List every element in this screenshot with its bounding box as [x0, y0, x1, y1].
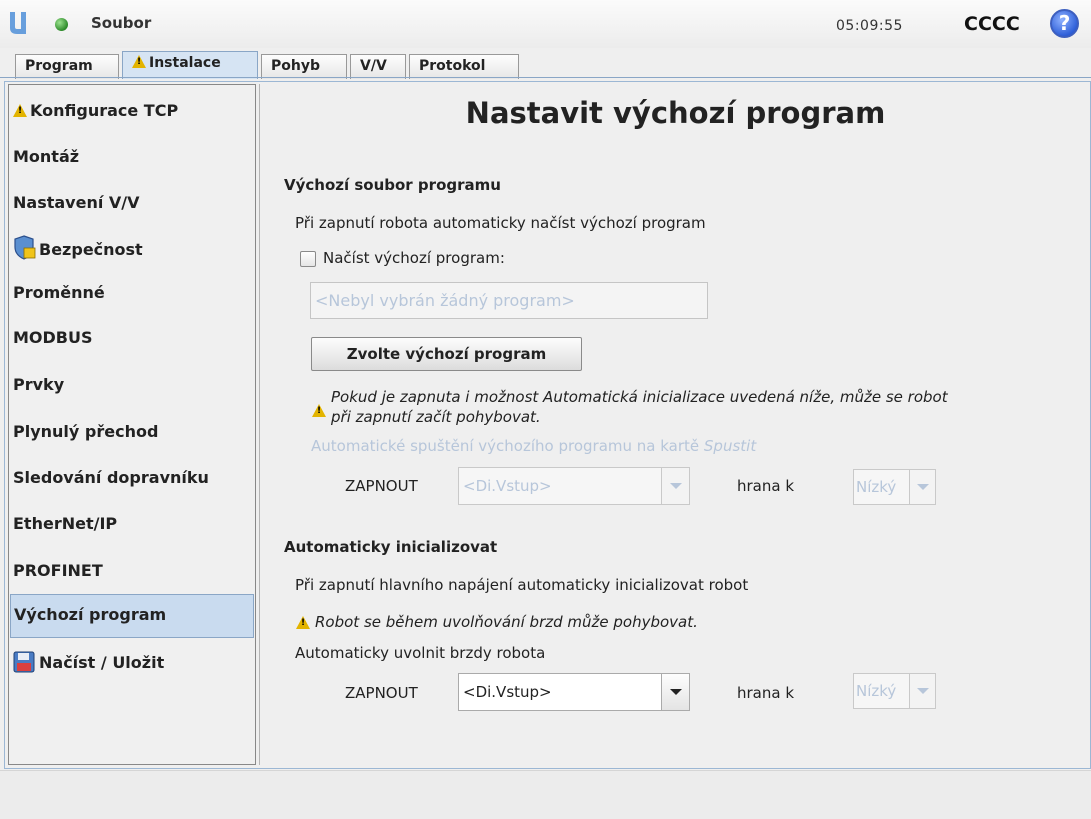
tab-protokol[interactable]: Protokol [409, 54, 519, 79]
chevron-down-icon [661, 674, 689, 710]
floppy-disk-icon [13, 651, 35, 673]
sidebar-item-nacist-ulozit[interactable]: Načíst / Uložit [10, 641, 254, 685]
tab-underline [0, 77, 1091, 78]
autoinit-description: Při zapnutí hlavního napájení automatick… [295, 576, 749, 594]
sidebar-item-prvky[interactable]: Prvky [10, 365, 254, 409]
sidebar-item-ethernet-ip[interactable]: EtherNet/IP [10, 504, 254, 548]
page-title: Nastavit výchozí program [465, 96, 886, 130]
clock: 05:09:55 [836, 18, 903, 34]
tab-instalace[interactable]: Instalace [122, 51, 258, 79]
warning-icon [132, 55, 146, 68]
chevron-down-icon [909, 674, 935, 708]
edge-label: hrana k [737, 684, 795, 702]
warning-icon [296, 616, 310, 629]
shield-icon [14, 235, 36, 260]
sidebar-item-sledovani-dopravniku[interactable]: Sledování dopravníku [10, 458, 254, 502]
brake-warning: Robot se během uvolňování brzd může pohy… [315, 613, 698, 631]
tab-program[interactable]: Program [15, 54, 119, 79]
main-tabs: Program Instalace Pohyb V/V Protokol [0, 50, 1091, 79]
load-default-program-label: Načíst výchozí program: [323, 249, 505, 267]
robot-name: CCCC [964, 13, 1020, 35]
enable-label: ZAPNOUT [345, 477, 418, 495]
autoinit-warning-line2: při zapnutí začít pohybovat. [331, 408, 541, 426]
chevron-down-icon [661, 468, 689, 504]
warning-icon [312, 404, 326, 417]
sidebar-item-promenne[interactable]: Proměnné [10, 273, 254, 317]
sidebar-item-montaz[interactable]: Montáž [10, 137, 254, 181]
autostart-label: Automatické spuštění výchozího programu … [311, 437, 757, 455]
choose-default-program-button[interactable]: Zvolte výchozí program [311, 337, 582, 371]
sidebar-item-vychozi-program[interactable]: Výchozí program [10, 594, 254, 638]
default-program-description: Při zapnutí robota automaticky načíst vý… [295, 214, 706, 232]
status-led-icon [55, 18, 68, 31]
autoinit-warning-line1: Pokud je zapnuta i možnost Automatická i… [331, 388, 948, 406]
edge-label: hrana k [737, 477, 795, 495]
autostart-edge-select[interactable]: Nízký [853, 469, 936, 505]
release-brakes-label: Automaticky uvolnit brzdy robota [295, 644, 546, 662]
enable-label: ZAPNOUT [345, 684, 418, 702]
sidebar: Konfigurace TCP Montáž Nastavení V/V Bez… [8, 84, 256, 765]
load-default-program-checkbox[interactable] [300, 251, 316, 267]
autoinit-input-select[interactable]: <Di.Vstup> [458, 673, 690, 711]
sidebar-item-profinet[interactable]: PROFINET [10, 551, 254, 595]
ur-logo-icon[interactable] [8, 10, 28, 36]
section-heading-default-program: Výchozí soubor programu [284, 176, 501, 194]
warning-icon [13, 104, 27, 117]
tab-pohyb[interactable]: Pohyb [261, 54, 347, 79]
section-heading-autoinit: Automaticky inicializovat [284, 538, 498, 556]
tab-vv[interactable]: V/V [350, 54, 406, 79]
default-program-field[interactable]: <Nebyl vybrán žádný program> [310, 282, 708, 319]
sidebar-item-konfigurace-tcp[interactable]: Konfigurace TCP [10, 91, 254, 135]
sidebar-item-plynuly-prechod[interactable]: Plynulý přechod [10, 412, 254, 456]
sidebar-item-nastaveni-vv[interactable]: Nastavení V/V [10, 183, 254, 227]
bottom-bar [0, 770, 1091, 819]
sidebar-item-bezpecnost[interactable]: Bezpečnost [10, 225, 254, 269]
sidebar-item-modbus[interactable]: MODBUS [10, 318, 254, 362]
chevron-down-icon [909, 470, 935, 504]
file-menu[interactable]: Soubor [91, 14, 151, 32]
help-icon[interactable]: ? [1050, 9, 1079, 38]
top-bar: Soubor 05:09:55 CCCC ? [0, 0, 1091, 48]
main-separator [259, 84, 260, 765]
autoinit-edge-select[interactable]: Nízký [853, 673, 936, 709]
autostart-input-select[interactable]: <Di.Vstup> [458, 467, 690, 505]
